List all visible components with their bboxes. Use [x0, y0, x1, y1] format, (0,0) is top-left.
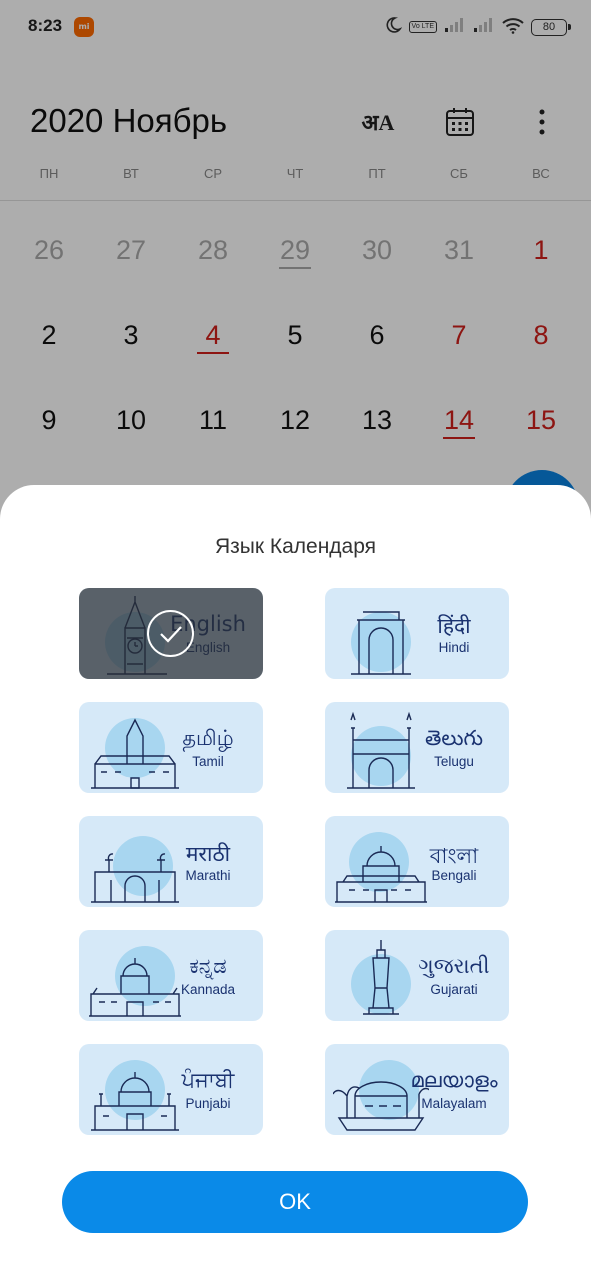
language-native-name: தமிழ் — [182, 726, 234, 750]
language-option-gujarati[interactable]: ગુજરાતી Gujarati — [325, 930, 509, 1021]
language-option-hindi[interactable]: हिंदी Hindi — [325, 588, 509, 679]
language-latin-name: Hindi — [438, 640, 470, 655]
language-native-name: ગુજરાતી — [418, 954, 490, 978]
sheet-title: Язык Календаря — [214, 535, 377, 558]
check-icon — [147, 610, 194, 657]
language-option-bengali[interactable]: বাংলা Bengali — [325, 816, 509, 907]
language-native-name: മലയാളം — [410, 1068, 498, 1092]
language-option-tamil[interactable]: தமிழ் Tamil — [79, 702, 263, 793]
language-latin-name: Punjabi — [185, 1096, 231, 1111]
language-option-punjabi[interactable]: ਪੰਜਾਬੀ Punjabi — [79, 1044, 263, 1135]
language-option-malayalam[interactable]: മലയാളം Malayalam — [325, 1044, 509, 1135]
language-option-telugu[interactable]: తెలుగు Telugu — [325, 702, 509, 793]
language-native-name: हिंदी — [437, 614, 471, 638]
language-native-name: ਪੰਜਾਬੀ — [181, 1068, 235, 1092]
language-latin-name: Gujarati — [430, 982, 478, 997]
language-option-english[interactable]: EnglishEnglish — [79, 588, 263, 679]
ok-button[interactable]: OK — [62, 1171, 528, 1233]
language-native-name: తెలుగు — [424, 726, 483, 750]
language-sheet: Язык Календаря EnglishEnglish हिंदी Hindi த… — [0, 485, 591, 1280]
language-latin-name: Bengali — [431, 868, 477, 883]
language-option-kannada[interactable]: ಕನ್ನಡ Kannada — [79, 930, 263, 1021]
language-native-name: मराठी — [185, 842, 231, 866]
language-latin-name: Telugu — [434, 754, 474, 769]
language-native-name: ಕನ್ನಡ — [189, 954, 227, 978]
language-option-marathi[interactable]: मराठी Marathi — [79, 816, 263, 907]
language-latin-name: Malayalam — [421, 1096, 487, 1111]
language-latin-name: Marathi — [185, 868, 231, 883]
language-latin-name: Tamil — [192, 754, 224, 769]
language-latin-name: Kannada — [180, 982, 236, 997]
